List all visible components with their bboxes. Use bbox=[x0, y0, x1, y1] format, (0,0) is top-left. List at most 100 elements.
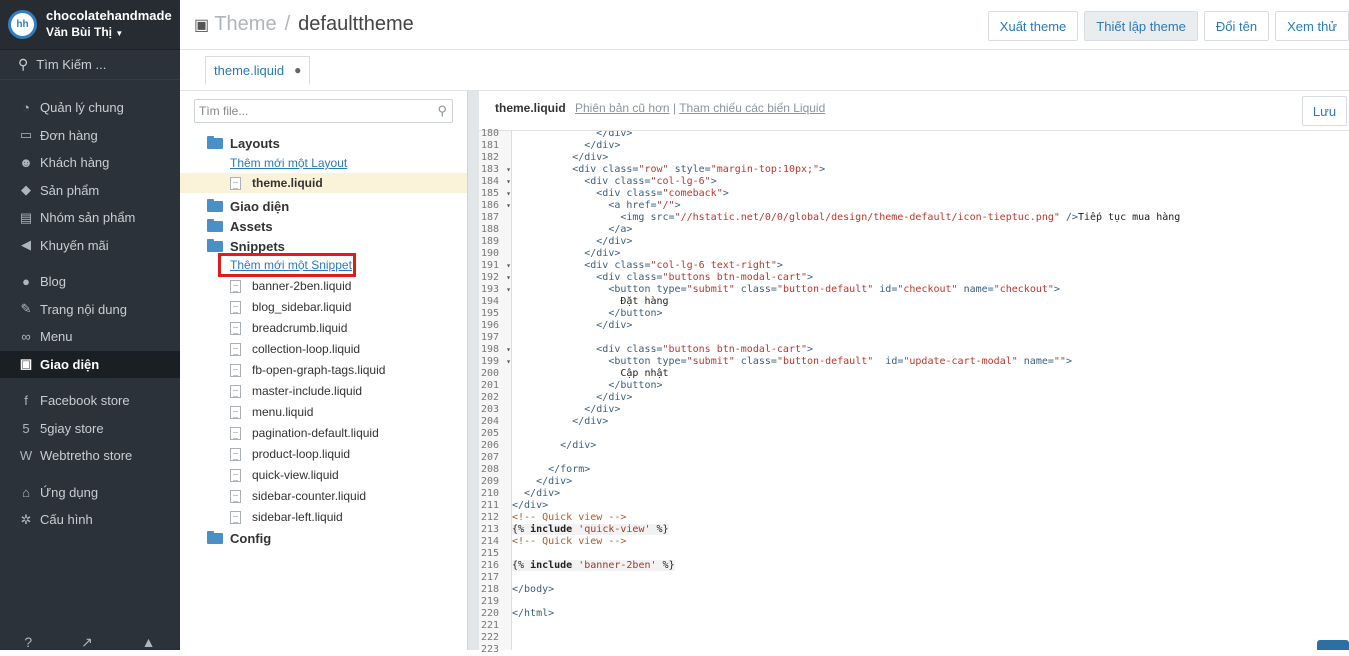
file-theme-liquid[interactable]: theme.liquid bbox=[180, 173, 467, 193]
image-icon: ▣ bbox=[19, 356, 33, 372]
file-label: blog_sidebar.liquid bbox=[252, 300, 352, 314]
folder-config[interactable]: Config bbox=[180, 528, 467, 548]
sidebar-item-0[interactable]: ◔ Quản lý chung bbox=[0, 94, 180, 122]
search-icon: ⚲ bbox=[437, 103, 447, 118]
line-number: 182 bbox=[481, 152, 500, 163]
fold-arrow-icon[interactable]: ▾ bbox=[506, 188, 511, 200]
liquid-vars-link[interactable]: Tham chiếu các biến Liquid bbox=[679, 101, 825, 115]
sidebar-search-label: Tìm Kiếm ... bbox=[36, 57, 107, 72]
snippet-file-item[interactable]: fb-open-graph-tags.liquid bbox=[180, 360, 467, 380]
file-tree: Tìm file... ⚲ Layouts Thêm mới một Layou… bbox=[180, 91, 467, 650]
rename-button[interactable]: Đổi tên bbox=[1203, 11, 1270, 41]
preview-button[interactable]: Xem thử bbox=[1275, 11, 1349, 41]
edit-icon: ✎ bbox=[20, 301, 32, 317]
code-line: </div> bbox=[512, 488, 561, 499]
fold-arrow-icon[interactable]: ▾ bbox=[506, 356, 511, 368]
folder-assets[interactable]: Assets bbox=[180, 216, 467, 236]
sidebar-item-5[interactable]: ◀ Khuyến mãi bbox=[0, 232, 180, 260]
code-editor[interactable]: </div> </div> </div> <div class="row" st… bbox=[512, 131, 1349, 650]
snippet-file-item[interactable]: breadcrumb.liquid bbox=[180, 318, 467, 338]
apps-icon: ⌂ bbox=[22, 484, 30, 500]
fold-arrow-icon[interactable]: ▾ bbox=[506, 284, 511, 296]
older-versions-link[interactable]: Phiên bản cũ hơn bbox=[575, 101, 670, 115]
folder-layouts[interactable]: Layouts bbox=[180, 133, 467, 153]
snippet-file-item[interactable]: pagination-default.liquid bbox=[180, 423, 467, 443]
code-line: <img src="//hstatic.net/0/0/global/desig… bbox=[512, 212, 1181, 223]
folder-icon bbox=[207, 238, 223, 252]
line-number: 219 bbox=[481, 596, 500, 607]
sidebar-item-label: Webtretho store bbox=[40, 448, 133, 464]
sidebar-item-9[interactable]: ▣ Giao diện bbox=[0, 350, 180, 378]
user-name[interactable]: Văn Bùi Thị ▼ bbox=[46, 24, 172, 42]
sidebar-item-3[interactable]: ◆ Sản phẩm bbox=[0, 177, 180, 205]
fold-arrow-icon[interactable]: ▾ bbox=[506, 200, 511, 212]
folder-icon bbox=[207, 530, 223, 544]
external-link-icon[interactable]: ↗ bbox=[81, 634, 93, 650]
snippet-file-item[interactable]: master-include.liquid bbox=[180, 381, 467, 401]
code-line: </div> bbox=[512, 476, 573, 487]
inbox-icon: ▭ bbox=[19, 127, 33, 143]
sidebar-item-8[interactable]: ∞ Menu bbox=[0, 323, 180, 351]
fold-arrow-icon[interactable]: ▾ bbox=[506, 272, 511, 284]
snippet-file-item[interactable]: sidebar-left.liquid bbox=[180, 507, 467, 527]
folder-icon bbox=[207, 135, 223, 149]
sidebar-item-2[interactable]: ☻ Khách hàng bbox=[0, 149, 180, 177]
sidebar-item-label: Cấu hình bbox=[40, 512, 93, 528]
file-search-input[interactable]: Tìm file... ⚲ bbox=[194, 99, 453, 123]
sidebar-item-13[interactable]: ⌂ Ứng dụng bbox=[0, 479, 180, 507]
snippet-file-item[interactable]: blog_sidebar.liquid bbox=[180, 297, 467, 317]
brand-header[interactable]: hh chocolatehandmade Văn Bùi Thị ▼ bbox=[0, 0, 180, 50]
code-line: <!-- Quick view --> bbox=[512, 536, 627, 547]
snippet-file-item[interactable]: quick-view.liquid bbox=[180, 465, 467, 485]
file-label: theme.liquid bbox=[252, 176, 323, 190]
file-label: master-include.liquid bbox=[252, 384, 363, 398]
sidebar-item-1[interactable]: ▭ Đơn hàng bbox=[0, 122, 180, 150]
sidebar-item-4[interactable]: ▤ Nhóm sản phẩm bbox=[0, 204, 180, 232]
sidebar-item-11[interactable]: 5 5giay store bbox=[0, 415, 180, 443]
snippet-file-item[interactable]: product-loop.liquid bbox=[180, 444, 467, 464]
folder-giao-dien[interactable]: Giao diện bbox=[180, 196, 467, 216]
code-line: Đặt hàng bbox=[512, 296, 669, 307]
sidebar-item-label: Giao diện bbox=[40, 356, 100, 372]
fold-arrow-icon[interactable]: ▾ bbox=[506, 344, 511, 356]
line-number: 197 bbox=[481, 332, 500, 343]
code-line: {% include 'banner-2ben' %} bbox=[512, 560, 675, 571]
code-line: <div class="row" style="margin-top:10px;… bbox=[512, 164, 826, 175]
sidebar-item-12[interactable]: W Webtretho store bbox=[0, 442, 180, 470]
theme-settings-button[interactable]: Thiết lập theme bbox=[1084, 11, 1198, 41]
snippet-file-item[interactable]: sidebar-counter.liquid bbox=[180, 486, 467, 506]
breadcrumb-root[interactable]: Theme bbox=[214, 13, 276, 35]
bell-icon[interactable]: ▲ bbox=[142, 634, 156, 650]
pane-splitter[interactable] bbox=[467, 91, 479, 650]
tag-icon: ◆ bbox=[21, 182, 31, 198]
line-number: 180 bbox=[481, 128, 500, 139]
code-line: <div class="comeback"> bbox=[512, 188, 729, 199]
sidebar-item-14[interactable]: ✲ Cấu hình bbox=[0, 506, 180, 534]
code-line: </div> bbox=[512, 131, 633, 139]
code-line: </div> bbox=[512, 404, 621, 415]
chat-widget-button[interactable] bbox=[1317, 640, 1349, 650]
fold-arrow-icon[interactable]: ▾ bbox=[506, 176, 511, 188]
save-button[interactable]: Lưu bbox=[1302, 96, 1347, 126]
export-theme-button[interactable]: Xuất theme bbox=[987, 11, 1079, 41]
folder-label: Snippets bbox=[230, 238, 285, 254]
sidebar-item-6[interactable]: ● Blog bbox=[0, 268, 180, 296]
editor-header: theme.liquid Phiên bản cũ hơn | Tham chi… bbox=[479, 91, 1349, 131]
snippet-file-item[interactable]: collection-loop.liquid bbox=[180, 339, 467, 359]
code-line: </div> bbox=[512, 440, 597, 451]
tab-theme-liquid[interactable]: theme.liquid ● bbox=[205, 56, 311, 85]
sidebar-item-10[interactable]: f Facebook store bbox=[0, 387, 180, 415]
file-label: pagination-default.liquid bbox=[252, 426, 379, 440]
breadcrumb: ▣ Theme / defaulttheme bbox=[194, 13, 414, 36]
file-icon bbox=[230, 384, 241, 398]
help-icon[interactable]: ? bbox=[24, 634, 32, 650]
add-layout-link[interactable]: Thêm mới một Layout bbox=[230, 156, 347, 170]
code-line: {% include 'quick-view' %} bbox=[512, 524, 669, 535]
snippet-file-item[interactable]: menu.liquid bbox=[180, 402, 467, 422]
sidebar-item-7[interactable]: ✎ Trang nội dung bbox=[0, 296, 180, 324]
snippet-file-item[interactable]: banner-2ben.liquid bbox=[180, 276, 467, 296]
fold-arrow-icon[interactable]: ▾ bbox=[506, 164, 511, 176]
fold-arrow-icon[interactable]: ▾ bbox=[506, 260, 511, 272]
sidebar-search[interactable]: ⚲ Tìm Kiếm ... bbox=[0, 50, 180, 80]
code-line: </html> bbox=[512, 608, 555, 619]
